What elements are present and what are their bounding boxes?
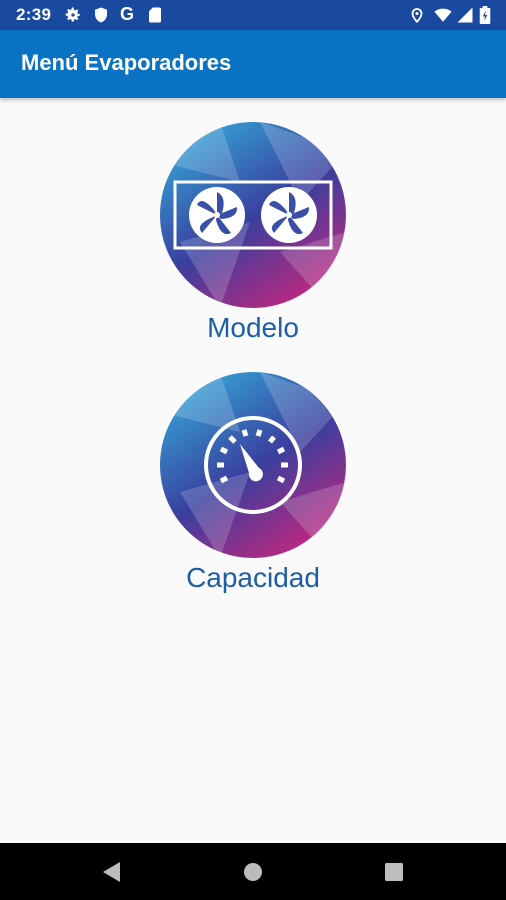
sd-card-icon (149, 7, 161, 23)
status-time: 2:39 (16, 5, 52, 24)
shield-icon (95, 7, 107, 23)
battery-icon (479, 6, 491, 24)
recents-icon[interactable] (379, 857, 409, 887)
gauge-icon (160, 372, 346, 558)
wifi-icon (434, 8, 452, 22)
signal-icon (457, 7, 473, 23)
gear-icon (65, 7, 80, 22)
menu-label-modelo: Modelo (207, 312, 299, 343)
location-icon (411, 8, 423, 24)
menu-label-capacidad: Capacidad (186, 562, 320, 593)
menu-item-modelo[interactable]: Modelo (103, 122, 403, 352)
app-bar: Menú Evaporadores (0, 30, 506, 98)
google-g-icon: G (120, 4, 135, 24)
menu-item-capacidad[interactable]: Capacidad (103, 372, 403, 602)
app-screen: 2:39 G Menú Evaporadores Modelo Capacida… (0, 0, 506, 900)
evaporator-fans-icon (160, 122, 346, 308)
app-title: Menú Evaporadores (21, 50, 232, 75)
home-icon[interactable] (238, 857, 268, 887)
navigation-bar (0, 843, 506, 900)
back-icon[interactable] (97, 857, 127, 887)
status-bar: 2:39 G (0, 0, 506, 30)
